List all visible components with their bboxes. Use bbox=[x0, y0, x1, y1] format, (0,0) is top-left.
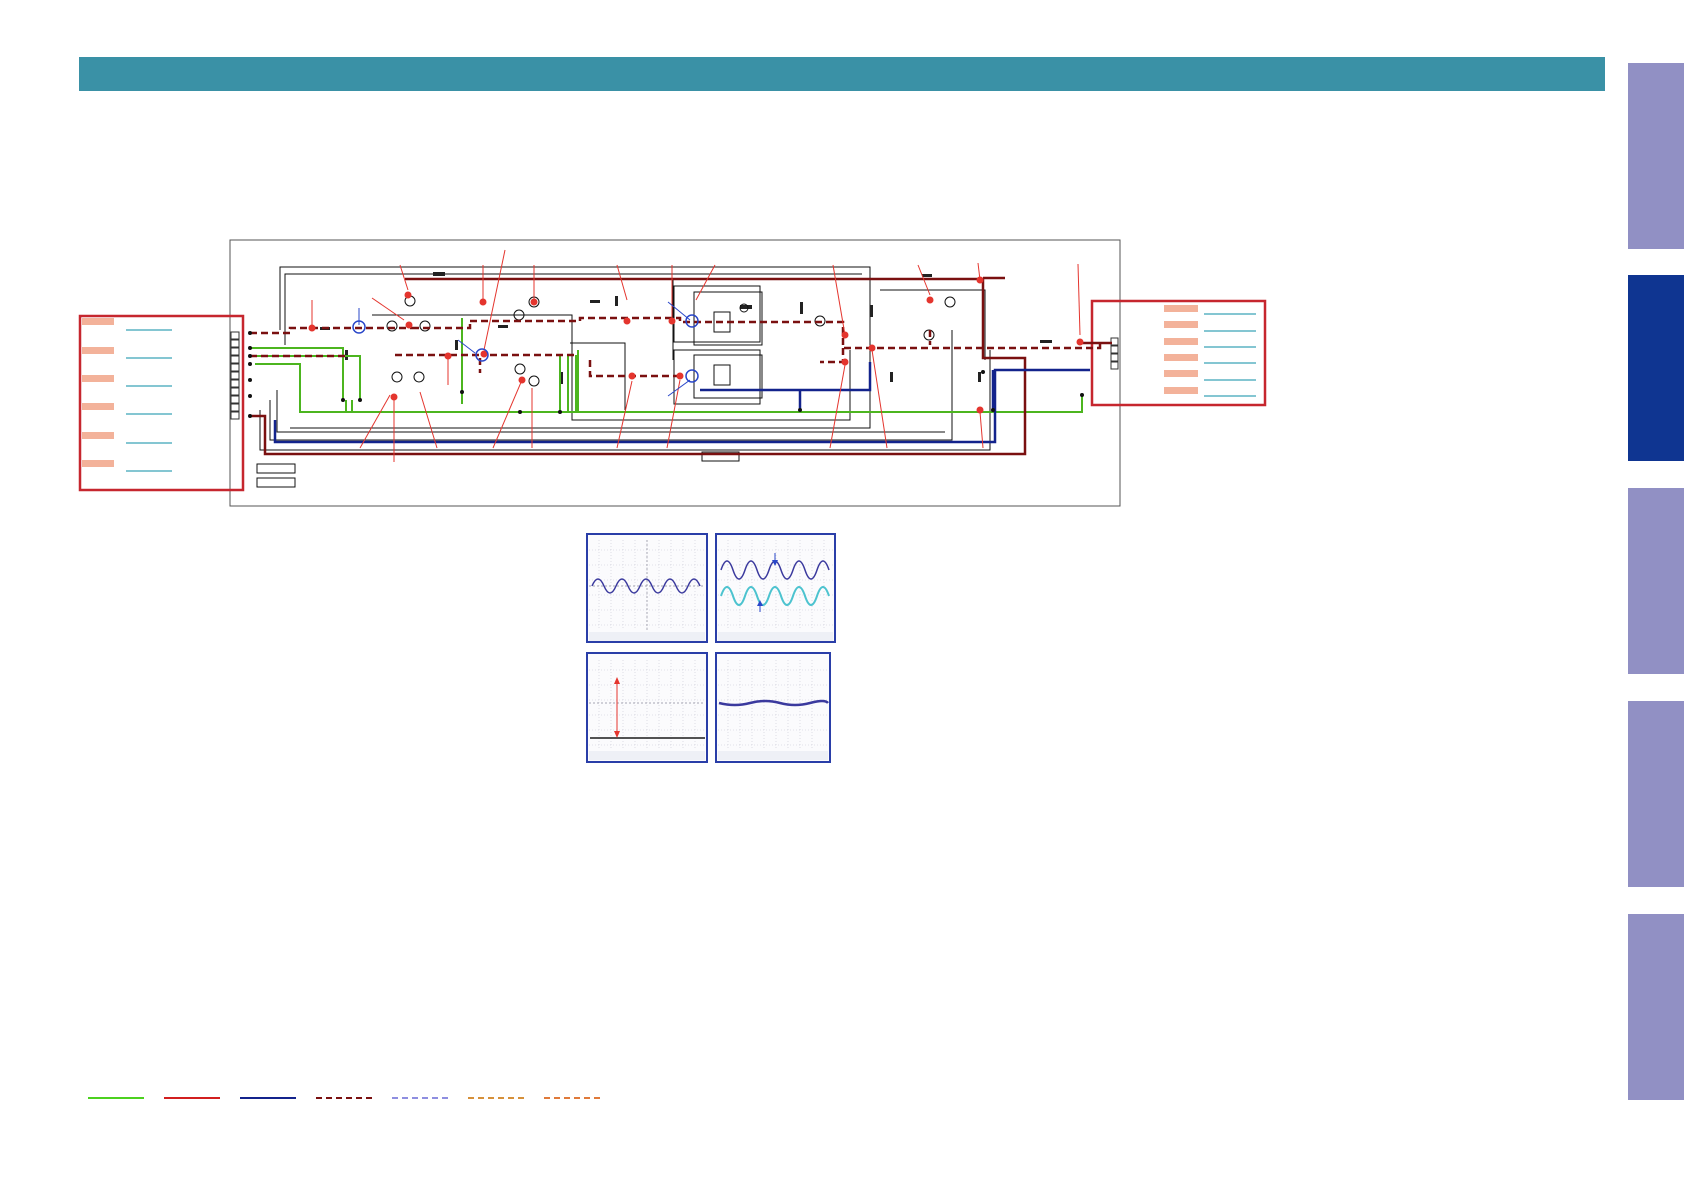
legend-red-solid bbox=[164, 1097, 220, 1099]
legend-ochre-dashed bbox=[468, 1097, 524, 1099]
scope-1 bbox=[586, 533, 708, 643]
dark-red-dashed-nets bbox=[250, 316, 1102, 378]
right-connector-lines bbox=[1204, 313, 1256, 397]
probe-points-blue bbox=[352, 314, 699, 383]
green-nets bbox=[250, 318, 1083, 413]
left-connector-panel bbox=[78, 314, 245, 492]
left-connector-pads bbox=[82, 318, 114, 467]
callout-arrows bbox=[311, 249, 1081, 462]
legend-blue-solid bbox=[240, 1097, 296, 1099]
legend-lavender-dashed bbox=[392, 1097, 448, 1099]
junction-dots bbox=[248, 331, 1084, 418]
right-connector-panel bbox=[1090, 299, 1267, 407]
scope-2 bbox=[715, 533, 836, 643]
scope-4 bbox=[715, 652, 831, 763]
legend-darkred-dashed bbox=[316, 1097, 372, 1099]
scope-3 bbox=[586, 652, 708, 763]
oscilloscope-panels bbox=[586, 533, 836, 763]
schematic-diagram bbox=[78, 239, 1267, 763]
legend-orange-dashed bbox=[544, 1097, 600, 1099]
net-color-legend bbox=[88, 1092, 608, 1104]
right-connector-pads bbox=[1164, 305, 1198, 394]
left-connector-pins bbox=[230, 331, 240, 420]
left-connector-lines bbox=[126, 329, 172, 472]
legend-green-solid bbox=[88, 1097, 144, 1099]
right-connector-pins bbox=[1110, 337, 1119, 370]
